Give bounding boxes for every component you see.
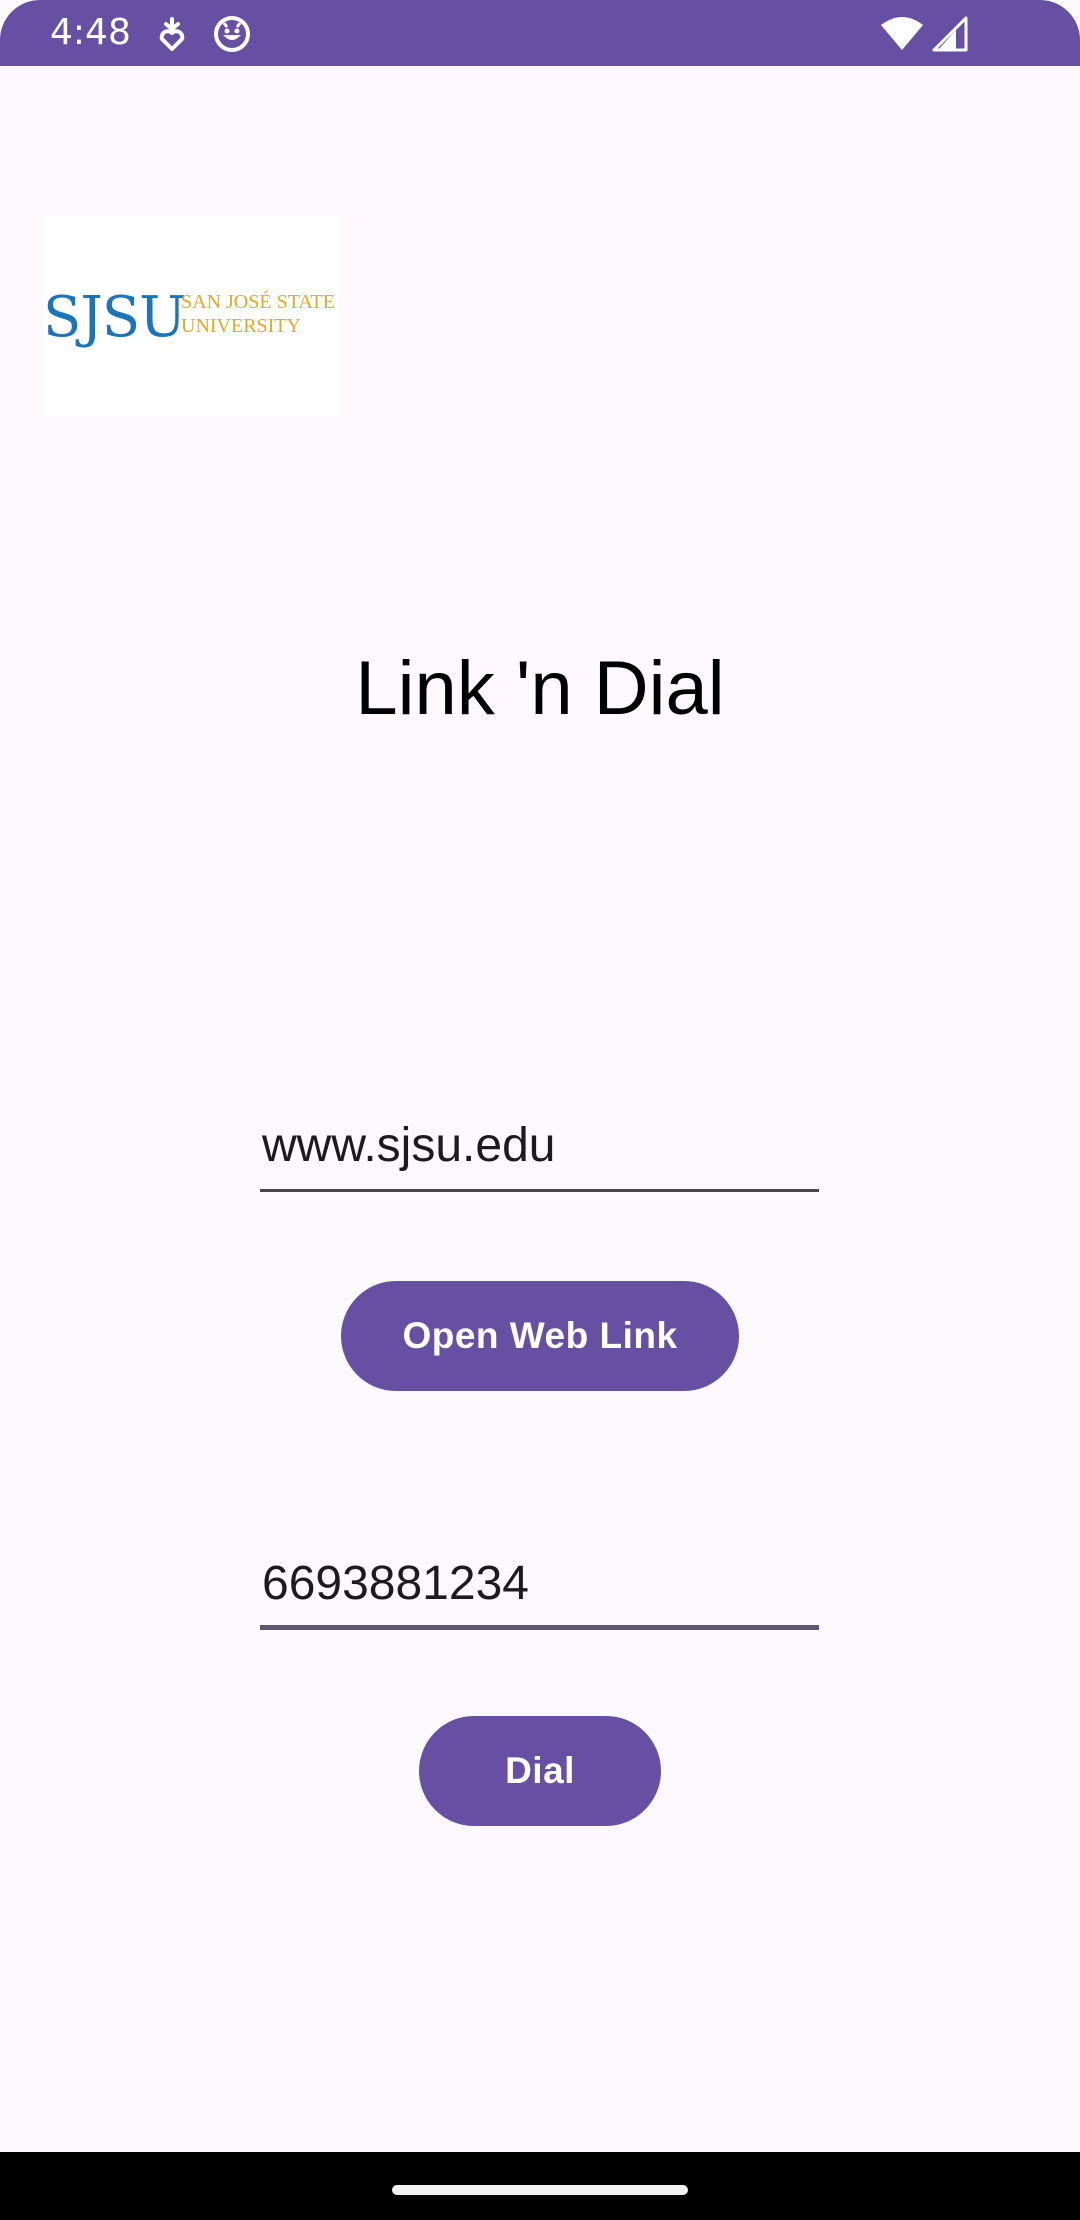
app-notification-icon <box>210 12 254 56</box>
cellular-signal-icon <box>928 12 972 56</box>
status-time: 4:48 <box>50 12 131 53</box>
page-title: Link 'n Dial <box>355 646 725 731</box>
phone-input-value: 6693881234 <box>262 1557 529 1610</box>
dial-button[interactable]: Dial <box>419 1716 661 1826</box>
status-bar: 4:48 <box>0 0 1080 66</box>
navigation-bar <box>0 2152 1080 2220</box>
logo-line-1: SAN JOSÉ STATE <box>181 291 335 313</box>
url-input[interactable]: www.sjsu.edu <box>260 1116 819 1192</box>
open-web-link-button[interactable]: Open Web Link <box>341 1281 739 1391</box>
home-gesture-handle[interactable] <box>392 2185 688 2195</box>
sjsu-logo: SJSU SAN JOSÉ STATE UNIVERSITY <box>43 216 339 416</box>
logo-line-2: UNIVERSITY <box>181 315 301 337</box>
url-input-value: www.sjsu.edu <box>262 1119 556 1172</box>
wifi-icon <box>879 12 925 56</box>
download-status-icon <box>150 12 194 56</box>
phone-input[interactable]: 6693881234 <box>260 1554 819 1630</box>
logo-mark: SJSU <box>43 285 186 350</box>
